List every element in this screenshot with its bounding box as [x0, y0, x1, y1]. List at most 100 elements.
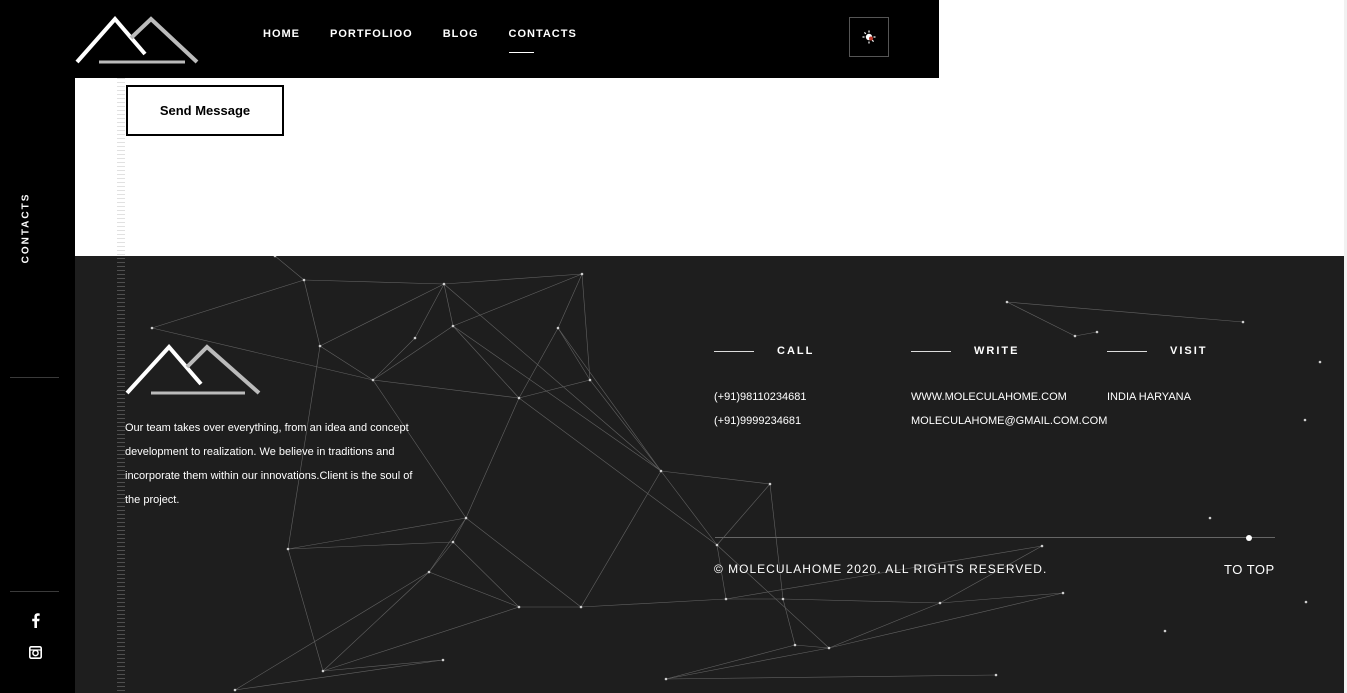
footer-divider [715, 537, 1275, 538]
instagram-icon[interactable] [26, 643, 44, 661]
network-node [1241, 320, 1245, 324]
side-panel: CONTACTS [0, 0, 75, 693]
network-line [518, 327, 559, 399]
network-node [517, 605, 521, 609]
network-node [1061, 591, 1065, 595]
network-line [372, 337, 416, 381]
sidebar-section-label: CONTACTS [20, 192, 32, 264]
email-link[interactable]: MOLECULAHOME@GMAIL.COM.COM [911, 409, 1107, 433]
page: CONTACTS HOME PORTFOLIOO BLOG CONTACTS S… [0, 0, 1347, 693]
network-line [234, 571, 430, 691]
network-node [233, 688, 237, 692]
column-title: VISIT [1170, 345, 1208, 357]
network-line [580, 470, 662, 608]
network-node [442, 282, 446, 286]
network-node [413, 336, 417, 340]
network-line [452, 541, 520, 608]
column-dash [714, 350, 754, 352]
phone-number[interactable]: (+91)98110234681 [714, 385, 814, 409]
network-line [443, 283, 662, 472]
network-node [793, 643, 797, 647]
network-node [1303, 418, 1307, 422]
column-dash [1107, 350, 1147, 352]
nav-item-blog[interactable]: BLOG [443, 28, 479, 40]
network-node [579, 605, 583, 609]
network-line [428, 571, 520, 608]
sun-moon-icon [862, 30, 876, 44]
network-line [303, 279, 321, 347]
network-node [556, 326, 560, 330]
network-line [465, 397, 520, 519]
network-line [287, 541, 454, 550]
network-node [580, 272, 584, 276]
footer: Our team takes over everything, from an … [75, 256, 1344, 693]
network-line [319, 345, 374, 381]
network-line [581, 273, 591, 381]
network-node [517, 396, 521, 400]
network-line [452, 325, 662, 472]
network-node [1073, 334, 1077, 338]
network-node [1208, 516, 1212, 520]
nav-item-portfolio[interactable]: PORTFOLIOO [330, 28, 413, 40]
website-link[interactable]: WWW.MOLECULAHOME.COM [911, 385, 1107, 409]
network-node [659, 469, 663, 473]
network-node [451, 324, 455, 328]
network-node [715, 543, 719, 547]
column-title: WRITE [974, 345, 1020, 357]
network-node [827, 646, 831, 650]
network-line [589, 379, 662, 472]
to-top-link[interactable]: TO TOP [1224, 562, 1275, 577]
network-line [580, 598, 727, 608]
network-node [451, 540, 455, 544]
contact-column-call: CALL (+91)98110234681 (+91)9999234681 [714, 344, 814, 433]
about-text: Our team takes over everything, from an … [125, 422, 413, 506]
theme-toggle-button[interactable] [849, 17, 889, 57]
network-line [322, 571, 430, 672]
network-line [557, 327, 591, 381]
facebook-icon[interactable] [26, 611, 44, 629]
network-node [588, 378, 592, 382]
network-line [322, 606, 520, 672]
network-line [372, 325, 454, 381]
network-line [372, 379, 520, 399]
network-line [287, 517, 467, 550]
column-dash [911, 350, 951, 352]
network-line [452, 325, 520, 399]
contact-column-write: WRITE WWW.MOLECULAHOME.COM MOLECULAHOME@… [911, 344, 1107, 433]
network-line [716, 483, 771, 546]
network-line [660, 470, 718, 546]
divider-dot [1246, 535, 1252, 541]
network-line [151, 279, 305, 329]
phone-number[interactable]: (+91)9999234681 [714, 409, 814, 433]
network-line [828, 602, 941, 649]
network-node [318, 344, 322, 348]
network-line [414, 283, 445, 339]
network-line [322, 659, 444, 672]
network-node [302, 278, 306, 282]
network-line [665, 647, 830, 680]
sidebar-divider [10, 377, 59, 378]
nav-item-home[interactable]: HOME [263, 28, 300, 40]
network-line [465, 517, 582, 608]
address-text: INDIA HARYANA [1107, 391, 1191, 403]
network-line [557, 327, 662, 472]
network-line [274, 256, 305, 281]
network-node [768, 482, 772, 486]
ruler-decoration [117, 78, 125, 693]
site-logo[interactable] [75, 16, 199, 64]
network-node [994, 673, 998, 677]
contact-column-visit: VISIT INDIA HARYANA [1107, 344, 1208, 409]
main-nav: HOME PORTFOLIOO BLOG CONTACTS [263, 28, 577, 53]
network-node [286, 547, 290, 551]
send-message-button[interactable]: Send Message [126, 85, 284, 136]
top-navbar: HOME PORTFOLIOO BLOG CONTACTS [0, 0, 939, 78]
network-node [441, 658, 445, 662]
network-node [321, 669, 325, 673]
network-node [1095, 330, 1099, 334]
network-line [660, 470, 771, 485]
network-node [724, 597, 728, 601]
network-node [1040, 544, 1044, 548]
network-line [518, 379, 591, 399]
nav-item-contacts[interactable]: CONTACTS [508, 28, 577, 53]
network-line [769, 483, 784, 600]
